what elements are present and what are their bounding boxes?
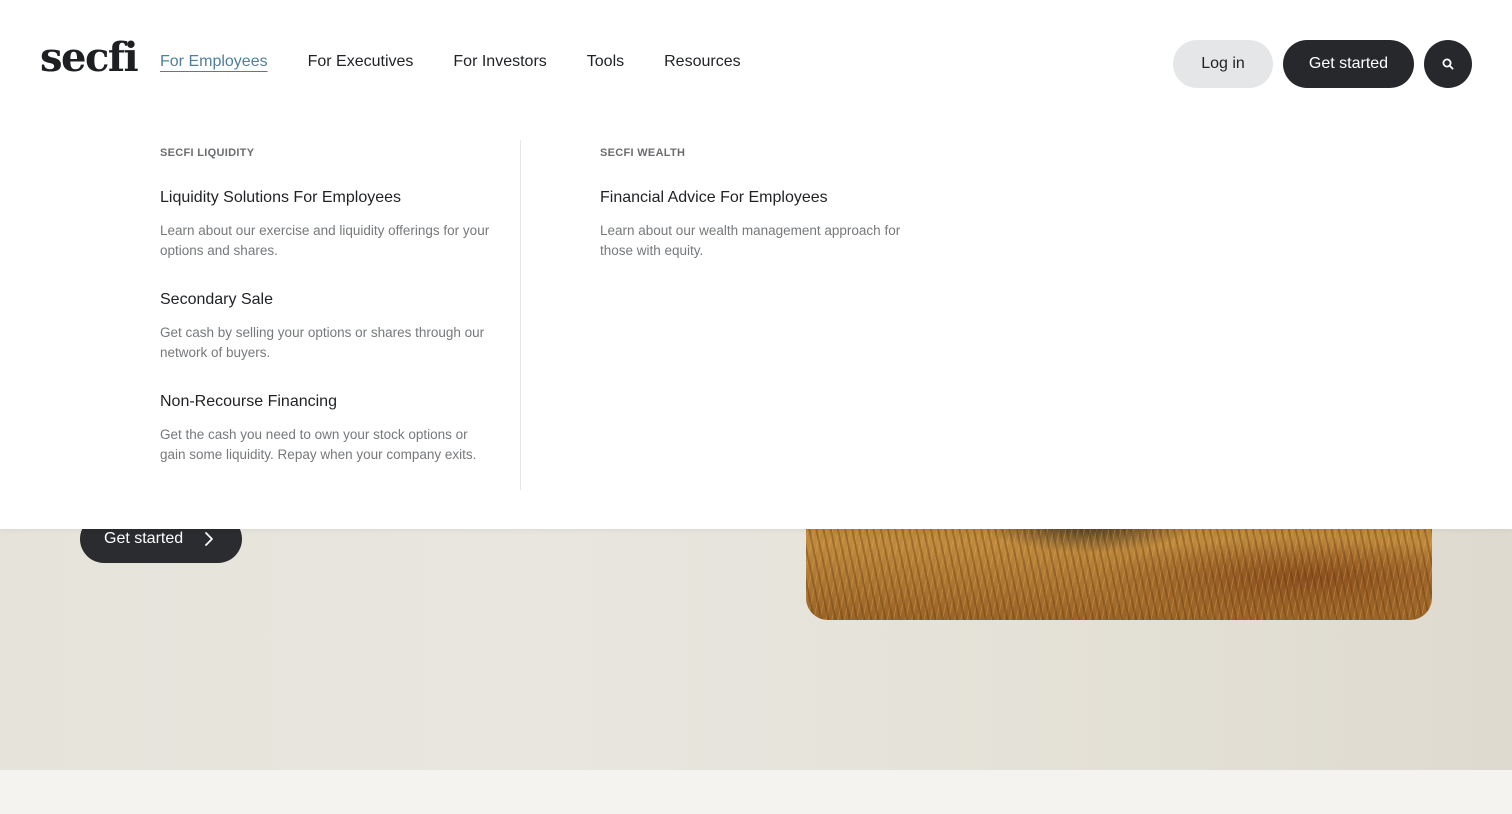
secfi-logo[interactable]: secfi: [40, 34, 139, 82]
menu-item-description: Get the cash you need to own your stock …: [160, 427, 477, 462]
menu-item-description: Get cash by selling your options or shar…: [160, 325, 485, 360]
footer-strip: [0, 770, 1512, 814]
search-button[interactable]: [1424, 40, 1472, 88]
menu-item-title: Non-Recourse Financing: [160, 393, 337, 410]
menu-item-non-recourse-financing[interactable]: Non-Recourse Financing Get the cash you …: [160, 391, 490, 464]
section-label-wealth: SECFI WEALTH: [600, 147, 686, 159]
site-header: secfi For Employees For Executives For I…: [0, 0, 1512, 529]
menu-item-description: Learn about our wealth management approa…: [600, 223, 901, 258]
nav-resources[interactable]: Resources: [664, 50, 740, 74]
section-label-liquidity: SECFI LIQUIDITY: [160, 147, 255, 159]
chevron-right-icon: [205, 532, 213, 546]
menu-item-title: Liquidity Solutions For Employees: [160, 189, 402, 206]
menu-item-title: Financial Advice For Employees: [600, 189, 828, 206]
search-icon: [1442, 58, 1454, 70]
menu-divider: [520, 140, 521, 490]
nav-for-investors[interactable]: For Investors: [453, 50, 546, 74]
hero-get-started-label: Get started: [104, 530, 184, 547]
menu-item-secondary-sale[interactable]: Secondary Sale Get cash by selling your …: [160, 289, 490, 362]
menu-item-financial-advice[interactable]: Financial Advice For Employees Learn abo…: [600, 187, 920, 260]
get-started-button[interactable]: Get started: [1283, 40, 1414, 88]
menu-item-liquidity-solutions[interactable]: Liquidity Solutions For Employees Learn …: [160, 187, 490, 260]
login-button[interactable]: Log in: [1173, 40, 1273, 88]
menu-item-title: Secondary Sale: [160, 291, 273, 308]
nav-for-executives[interactable]: For Executives: [308, 50, 414, 74]
nav-for-employees[interactable]: For Employees: [160, 50, 268, 74]
nav-tools[interactable]: Tools: [587, 50, 624, 74]
main-nav: For Employees For Executives For Investo…: [160, 50, 781, 74]
menu-item-description: Learn about our exercise and liquidity o…: [160, 223, 490, 258]
menu-column-liquidity: SECFI LIQUIDITY Liquidity Solutions For …: [160, 140, 490, 464]
menu-column-wealth: SECFI WEALTH Financial Advice For Employ…: [600, 140, 920, 260]
